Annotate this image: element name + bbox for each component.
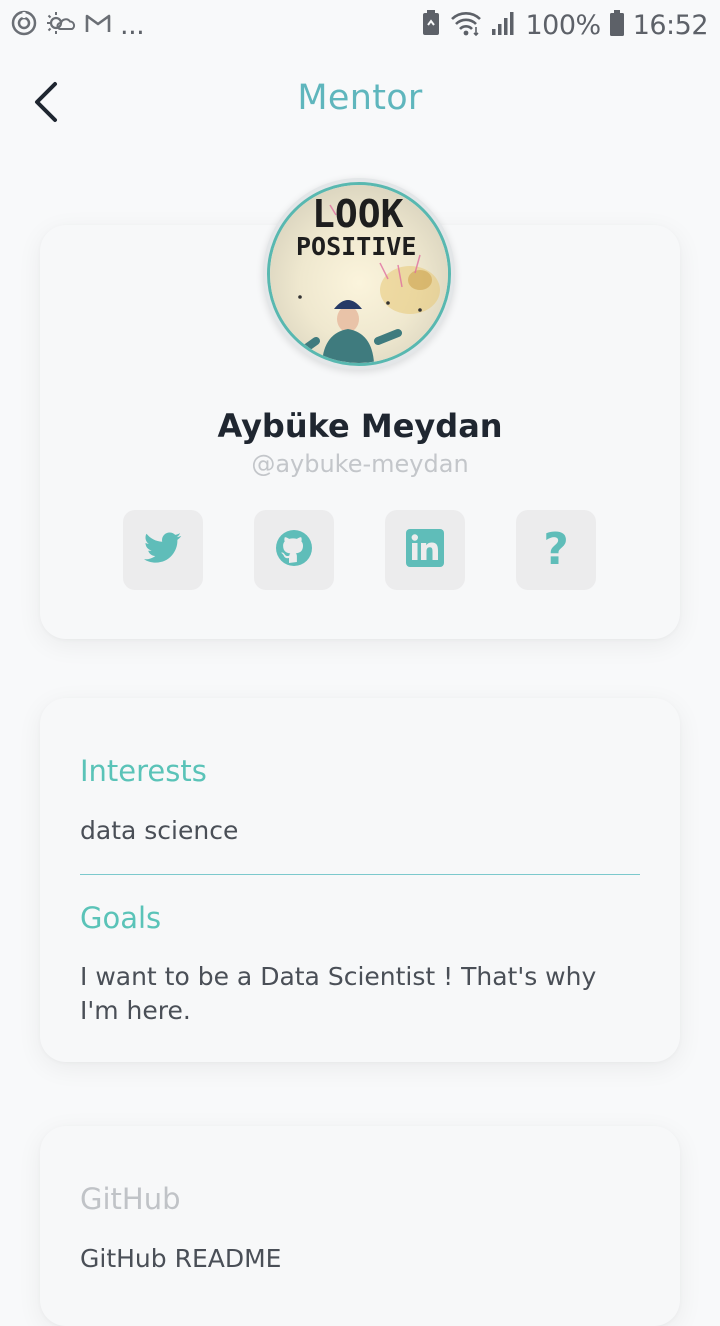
- github-card: GitHub GitHub README: [40, 1126, 680, 1326]
- page-title: Mentor: [297, 78, 423, 118]
- interests-text: data science: [80, 816, 239, 845]
- avatar-sign-text-1: LOOK: [312, 192, 404, 236]
- more-notifications-icon: ...: [120, 9, 145, 41]
- interests-title: Interests: [80, 754, 207, 788]
- sync-icon: [10, 9, 38, 41]
- linkedin-button[interactable]: [385, 510, 465, 590]
- gmail-icon: [84, 11, 112, 39]
- social-links: ?: [123, 510, 598, 590]
- clock: 16:52: [632, 9, 709, 41]
- github-title: GitHub: [80, 1182, 181, 1216]
- section-divider: [80, 874, 640, 875]
- app-header: Mentor: [0, 50, 720, 160]
- goals-title: Goals: [80, 901, 162, 935]
- wifi-icon: [449, 9, 483, 41]
- battery-icon: [609, 9, 625, 41]
- question-icon: ?: [543, 524, 569, 575]
- mentor-username: @aybuke-meydan: [251, 450, 469, 478]
- signal-icon: [491, 9, 517, 41]
- battery-percent: 100%: [525, 9, 601, 41]
- avatar-sign-text-2: POSITIVE: [296, 232, 416, 261]
- other-link-button[interactable]: ?: [516, 510, 596, 590]
- status-bar: ... 100% 16:52: [0, 0, 720, 50]
- status-bar-system: 100% 16:52: [421, 6, 709, 44]
- status-bar-notifications: ...: [10, 9, 145, 41]
- github-button[interactable]: [254, 510, 334, 590]
- twitter-icon: [144, 532, 182, 568]
- linkedin-icon: [406, 529, 444, 571]
- about-card: Interests data science Goals I want to b…: [40, 698, 680, 1062]
- twitter-button[interactable]: [123, 510, 203, 590]
- mentor-name: Aybüke Meydan: [217, 407, 503, 445]
- github-readme-text: GitHub README: [80, 1244, 282, 1273]
- battery-saver-icon: [421, 9, 441, 41]
- goals-text: I want to be a Data Scientist ! That's w…: [80, 962, 597, 1025]
- weather-icon: [46, 9, 76, 41]
- github-icon: [275, 529, 313, 571]
- avatar-photo: LOOK POSITIVE: [267, 182, 451, 366]
- avatar: LOOK POSITIVE: [263, 178, 455, 370]
